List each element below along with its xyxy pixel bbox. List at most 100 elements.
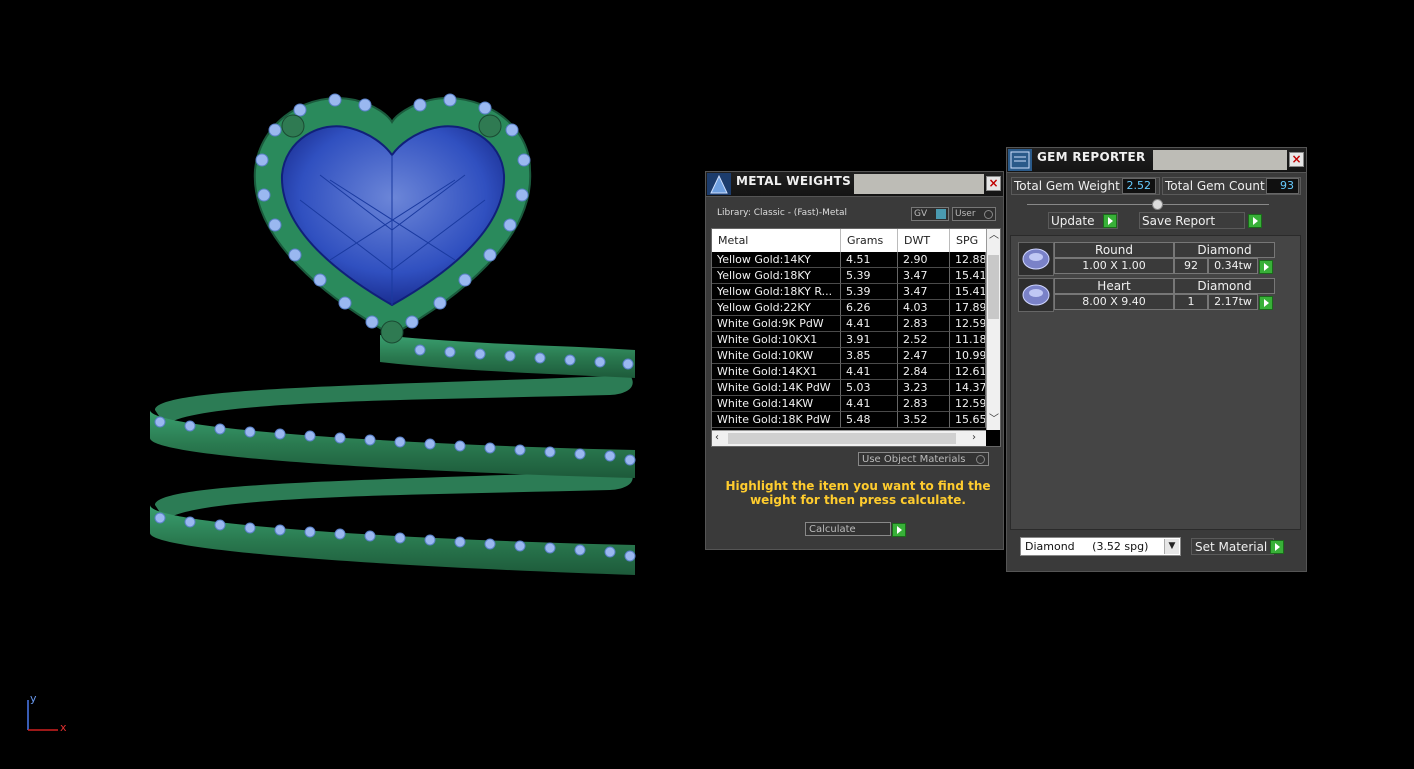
- table-row[interactable]: White Gold:10KX1 3.91 2.52 11.18: [712, 332, 986, 348]
- user-radio-icon: [984, 210, 993, 219]
- dropdown-arrow-icon[interactable]: ▼: [1164, 539, 1179, 554]
- cell-metal: White Gold:10KW: [712, 348, 841, 364]
- cell-spg: 12.61: [950, 364, 986, 380]
- gem-reporter-title: GEM REPORTER: [1037, 150, 1146, 164]
- cell-metal: White Gold:14K PdW: [712, 380, 841, 396]
- update-play-icon[interactable]: [1103, 214, 1117, 228]
- gem-size: 8.00 X 9.40: [1054, 294, 1174, 310]
- cell-dwt: 3.23: [898, 380, 950, 396]
- col-metal-header[interactable]: Metal: [712, 229, 841, 252]
- table-row[interactable]: Yellow Gold:22KY 6.26 4.03 17.89: [712, 300, 986, 316]
- table-row[interactable]: White Gold:9K PdW 4.41 2.83 12.59: [712, 316, 986, 332]
- cell-dwt: 2.83: [898, 316, 950, 332]
- gem-reporter-icon: [1008, 149, 1032, 171]
- cell-metal: White Gold:18K PdW: [712, 412, 841, 428]
- table-row[interactable]: Yellow Gold:14KY 4.51 2.90 12.88: [712, 252, 986, 268]
- axis-y-label: y: [30, 692, 37, 705]
- calculate-play-icon[interactable]: [892, 523, 906, 537]
- cell-grams: 3.85: [841, 348, 898, 364]
- scroll-right-icon[interactable]: ›: [972, 433, 976, 443]
- col-spg-header[interactable]: SPG: [950, 229, 986, 252]
- cell-dwt: 2.47: [898, 348, 950, 364]
- user-toggle[interactable]: User: [952, 207, 996, 221]
- gem-row-play-icon[interactable]: [1259, 296, 1273, 310]
- cell-spg: 12.59: [950, 316, 986, 332]
- cell-grams: 4.51: [841, 252, 898, 268]
- gem-list: Round Diamond 1.00 X 1.00 92 0.34tw Heart Diam…: [1010, 235, 1301, 530]
- material-select-value: Diamond (3.52 spg): [1025, 540, 1149, 553]
- gem-weight: 0.34tw: [1208, 258, 1258, 274]
- cell-grams: 4.41: [841, 364, 898, 380]
- slider-handle[interactable]: [1152, 199, 1163, 210]
- calculate-hint: Highlight the item you want to find the …: [725, 479, 991, 507]
- gem-icon[interactable]: [1018, 278, 1054, 312]
- table-row[interactable]: White Gold:18K PdW 5.48 3.52 15.65: [712, 412, 986, 428]
- save-report-label: Save Report: [1142, 214, 1216, 228]
- calculate-button[interactable]: Calculate: [805, 522, 891, 536]
- cell-spg: 14.37: [950, 380, 986, 396]
- cell-spg: 10.99: [950, 348, 986, 364]
- total-gem-weight-label: Total Gem Weight: [1014, 179, 1120, 193]
- use-object-materials-toggle[interactable]: Use Object Materials: [858, 452, 989, 466]
- cell-metal: White Gold:9K PdW: [712, 316, 841, 332]
- scroll-left-icon[interactable]: ‹: [715, 433, 719, 443]
- cell-spg: 15.65: [950, 412, 986, 428]
- slider-track[interactable]: [1027, 204, 1269, 205]
- gem-material: Diamond: [1174, 242, 1275, 258]
- metal-weights-titlebar[interactable]: METAL WEIGHTS ×: [706, 172, 1003, 197]
- metal-table-hscrollbar[interactable]: ‹ ›: [712, 430, 986, 446]
- scroll-up-icon[interactable]: ︿: [989, 231, 999, 241]
- scroll-down-icon[interactable]: ﹀: [989, 415, 999, 425]
- cell-dwt: 2.52: [898, 332, 950, 348]
- set-material-label: Set Material: [1195, 540, 1268, 554]
- gem-size: 1.00 X 1.00: [1054, 258, 1174, 274]
- use-object-materials-label: Use Object Materials: [862, 454, 966, 465]
- table-row[interactable]: White Gold:14KW 4.41 2.83 12.59: [712, 396, 986, 412]
- col-dwt-header[interactable]: DWT: [898, 229, 950, 252]
- total-gem-weight-value: 2.52: [1122, 178, 1156, 194]
- gem-reporter-titlebar[interactable]: GEM REPORTER ×: [1007, 148, 1306, 173]
- table-row[interactable]: Yellow Gold:18KY 5.39 3.47 15.41: [712, 268, 986, 284]
- cell-metal: Yellow Gold:22KY: [712, 300, 841, 316]
- hscroll-thumb[interactable]: [728, 433, 956, 444]
- cell-grams: 4.41: [841, 316, 898, 332]
- gem-shape: Round: [1054, 242, 1174, 258]
- close-icon[interactable]: ×: [986, 176, 1001, 191]
- gem-icon[interactable]: [1018, 242, 1054, 276]
- cell-spg: 17.89: [950, 300, 986, 316]
- table-row[interactable]: White Gold:10KW 3.85 2.47 10.99: [712, 348, 986, 364]
- cell-dwt: 2.84: [898, 364, 950, 380]
- table-row[interactable]: White Gold:14K PdW 5.03 3.23 14.37: [712, 380, 986, 396]
- total-gem-count-value: 93: [1266, 178, 1299, 194]
- gem-material: Diamond: [1174, 278, 1275, 294]
- titlebar-fill: [854, 174, 984, 194]
- cell-grams: 6.26: [841, 300, 898, 316]
- table-row[interactable]: White Gold:14KX1 4.41 2.84 12.61: [712, 364, 986, 380]
- axis-gizmo: y x: [20, 690, 80, 740]
- use-object-materials-radio-icon: [976, 455, 985, 464]
- cell-spg: 11.18: [950, 332, 986, 348]
- gv-label: GV: [914, 209, 928, 219]
- gv-toggle[interactable]: GV: [911, 207, 949, 221]
- gem-shape: Heart: [1054, 278, 1174, 294]
- col-grams-header[interactable]: Grams: [841, 229, 898, 252]
- gv-knob-icon: [936, 209, 946, 219]
- vscroll-thumb[interactable]: [988, 255, 999, 319]
- table-row[interactable]: Yellow Gold:18KY R... 5.39 3.47 15.41: [712, 284, 986, 300]
- metal-table-vscrollbar[interactable]: ︿ ﹀: [986, 229, 1000, 430]
- update-label: Update: [1051, 214, 1095, 228]
- metal-weights-icon: [707, 173, 731, 195]
- gem-row-play-icon[interactable]: [1259, 260, 1273, 274]
- material-select[interactable]: Diamond (3.52 spg) ▼: [1020, 537, 1181, 556]
- cell-metal: White Gold:10KX1: [712, 332, 841, 348]
- gem-weight: 2.17tw: [1208, 294, 1258, 310]
- gem-count: 92: [1174, 258, 1208, 274]
- set-material-play-icon[interactable]: [1270, 540, 1284, 554]
- cell-dwt: 3.52: [898, 412, 950, 428]
- save-report-play-icon[interactable]: [1248, 214, 1262, 228]
- cell-metal: Yellow Gold:18KY: [712, 268, 841, 284]
- close-icon[interactable]: ×: [1289, 152, 1304, 167]
- cell-spg: 15.41: [950, 268, 986, 284]
- metal-table[interactable]: Metal Grams DWT SPG Yellow Gold:14KY 4.51…: [711, 228, 1001, 447]
- cell-metal: White Gold:14KW: [712, 396, 841, 412]
